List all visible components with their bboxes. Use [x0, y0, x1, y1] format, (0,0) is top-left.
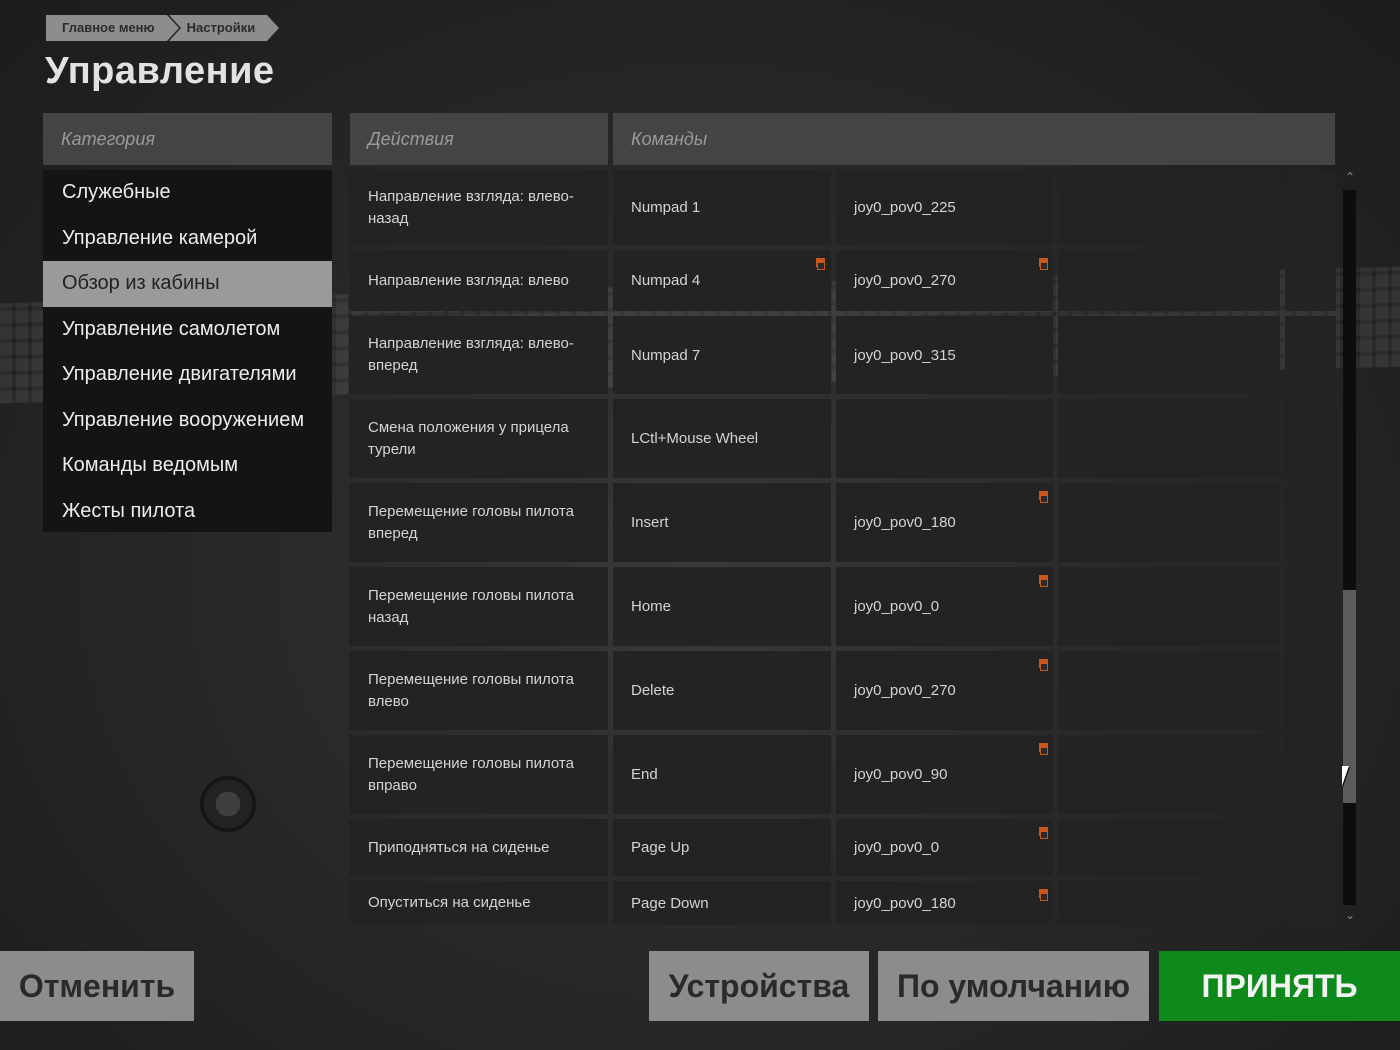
- chevron-up-icon[interactable]: ⌃: [1342, 170, 1358, 184]
- table-row: Направление взгляда: влево-вперед Numpad …: [349, 316, 1336, 394]
- category-item[interactable]: Управление камерой: [43, 216, 332, 262]
- category-item[interactable]: Управление двигателями: [43, 352, 332, 398]
- action-label: Перемещение головы пилота вперед: [349, 483, 608, 562]
- key-binding-primary[interactable]: LCtl+Mouse Wheel: [613, 399, 831, 478]
- key-binding-secondary[interactable]: joy0_pov0_90: [836, 735, 1053, 814]
- table-row: Опуститься на сиденье Page Down joy0_pov0_…: [349, 881, 1336, 925]
- action-label: Перемещение головы пилота влево: [349, 651, 608, 730]
- accept-button[interactable]: ПРИНЯТЬ: [1159, 951, 1400, 1021]
- conflict-marker-icon: [1037, 575, 1048, 587]
- key-binding-slot-3[interactable]: [1058, 567, 1280, 646]
- action-label: Направление взгляда: влево-назад: [349, 170, 608, 245]
- action-label: Перемещение головы пилота назад: [349, 567, 608, 646]
- key-binding-secondary[interactable]: joy0_pov0_270: [836, 250, 1053, 311]
- key-binding-primary[interactable]: Insert: [613, 483, 831, 562]
- page-title: Управление: [45, 50, 275, 92]
- conflict-marker-icon: [1037, 491, 1048, 503]
- conflict-marker-icon: [1037, 889, 1048, 901]
- key-binding-slot-4[interactable]: [1285, 881, 1336, 925]
- key-binding-secondary[interactable]: joy0_pov0_180: [836, 881, 1053, 925]
- devices-button[interactable]: Устройства: [649, 951, 869, 1021]
- action-label: Перемещение головы пилота вправо: [349, 735, 608, 814]
- conflict-marker-icon: [1037, 659, 1048, 671]
- table-row: Направление взгляда: влево Numpad 4 joy0_p…: [349, 250, 1336, 311]
- key-binding-slot-4[interactable]: [1285, 567, 1336, 646]
- action-label: Опуститься на сиденье: [349, 881, 608, 925]
- key-binding-primary[interactable]: Home: [613, 567, 831, 646]
- actions-header: Действия: [350, 113, 608, 165]
- table-row: Смена положения у прицела турели LCtl+Mou…: [349, 399, 1336, 478]
- mouse-cursor-icon: [1342, 766, 1356, 786]
- table-row: Перемещение головы пилота влево Delete joy…: [349, 651, 1336, 730]
- background-landing-wheel: [200, 776, 256, 832]
- key-binding-primary[interactable]: Numpad 1: [613, 170, 831, 245]
- breadcrumb: Главное меню Настройки: [46, 15, 279, 41]
- defaults-button[interactable]: По умолчанию: [878, 951, 1149, 1021]
- key-binding-slot-3[interactable]: [1058, 399, 1280, 478]
- key-binding-slot-3[interactable]: [1058, 170, 1280, 245]
- key-binding-primary[interactable]: Delete: [613, 651, 831, 730]
- commands-header: Команды: [613, 113, 1335, 165]
- key-binding-primary[interactable]: End: [613, 735, 831, 814]
- key-binding-secondary[interactable]: joy0_pov0_180: [836, 483, 1053, 562]
- key-binding-primary[interactable]: Numpad 4: [613, 250, 831, 311]
- key-binding-secondary[interactable]: [836, 399, 1053, 478]
- category-item[interactable]: Управление самолетом: [43, 307, 332, 353]
- key-binding-slot-3[interactable]: [1058, 250, 1280, 311]
- key-binding-slot-3[interactable]: [1058, 819, 1280, 876]
- action-label: Приподняться на сиденье: [349, 819, 608, 876]
- cancel-button[interactable]: Отменить: [0, 951, 194, 1021]
- key-binding-primary[interactable]: Page Up: [613, 819, 831, 876]
- conflict-marker-icon: [1037, 743, 1048, 755]
- action-label: Смена положения у прицела турели: [349, 399, 608, 478]
- key-binding-slot-4[interactable]: [1285, 170, 1336, 245]
- category-item[interactable]: Команды ведомым: [43, 443, 332, 489]
- conflict-marker-icon: [1037, 258, 1048, 270]
- action-label: Направление взгляда: влево-вперед: [349, 316, 608, 394]
- category-item[interactable]: Жесты пилота: [43, 489, 332, 535]
- key-binding-secondary[interactable]: joy0_pov0_270: [836, 651, 1053, 730]
- category-list: Служебные Управление камерой Обзор из каби…: [43, 170, 332, 532]
- key-binding-primary[interactable]: Numpad 7: [613, 316, 831, 394]
- key-binding-secondary[interactable]: joy0_pov0_0: [836, 567, 1053, 646]
- action-label: Направление взгляда: влево: [349, 250, 608, 311]
- key-binding-slot-3[interactable]: [1058, 735, 1280, 814]
- table-row: Перемещение головы пилота вправо End joy0_…: [349, 735, 1336, 814]
- category-header: Категория: [43, 113, 332, 165]
- key-binding-slot-4[interactable]: [1285, 735, 1336, 814]
- category-item[interactable]: Служебные: [43, 170, 332, 216]
- key-binding-slot-4[interactable]: [1285, 651, 1336, 730]
- chevron-down-icon[interactable]: ⌄: [1342, 908, 1358, 922]
- key-binding-slot-3[interactable]: [1058, 483, 1280, 562]
- key-binding-slot-3[interactable]: [1058, 316, 1280, 394]
- key-binding-primary[interactable]: Page Down: [613, 881, 831, 925]
- key-binding-slot-4[interactable]: [1285, 483, 1336, 562]
- breadcrumb-settings[interactable]: Настройки: [168, 15, 279, 41]
- bindings-table: Направление взгляда: влево-назад Numpad 1…: [349, 170, 1336, 925]
- key-binding-secondary[interactable]: joy0_pov0_0: [836, 819, 1053, 876]
- table-row: Перемещение головы пилота назад Home joy0_…: [349, 567, 1336, 646]
- key-binding-secondary[interactable]: joy0_pov0_315: [836, 316, 1053, 394]
- table-row: Перемещение головы пилота вперед Insert jo…: [349, 483, 1336, 562]
- conflict-marker-icon: [1037, 827, 1048, 839]
- table-row: Приподняться на сиденье Page Up joy0_pov0_…: [349, 819, 1336, 876]
- key-binding-slot-4[interactable]: [1285, 819, 1336, 876]
- key-binding-slot-3[interactable]: [1058, 651, 1280, 730]
- key-binding-slot-3[interactable]: [1058, 881, 1280, 925]
- category-item[interactable]: Обзор из кабины: [43, 261, 332, 307]
- category-item[interactable]: Управление вооружением: [43, 398, 332, 444]
- key-binding-slot-4[interactable]: [1285, 250, 1336, 311]
- scrollbar[interactable]: [1343, 190, 1356, 905]
- table-row: Направление взгляда: влево-назад Numpad 1…: [349, 170, 1336, 245]
- key-binding-slot-4[interactable]: [1285, 399, 1336, 478]
- key-binding-slot-4[interactable]: [1285, 316, 1336, 394]
- conflict-marker-icon: [814, 258, 825, 270]
- key-binding-secondary[interactable]: joy0_pov0_225: [836, 170, 1053, 245]
- breadcrumb-main-menu[interactable]: Главное меню: [46, 15, 179, 41]
